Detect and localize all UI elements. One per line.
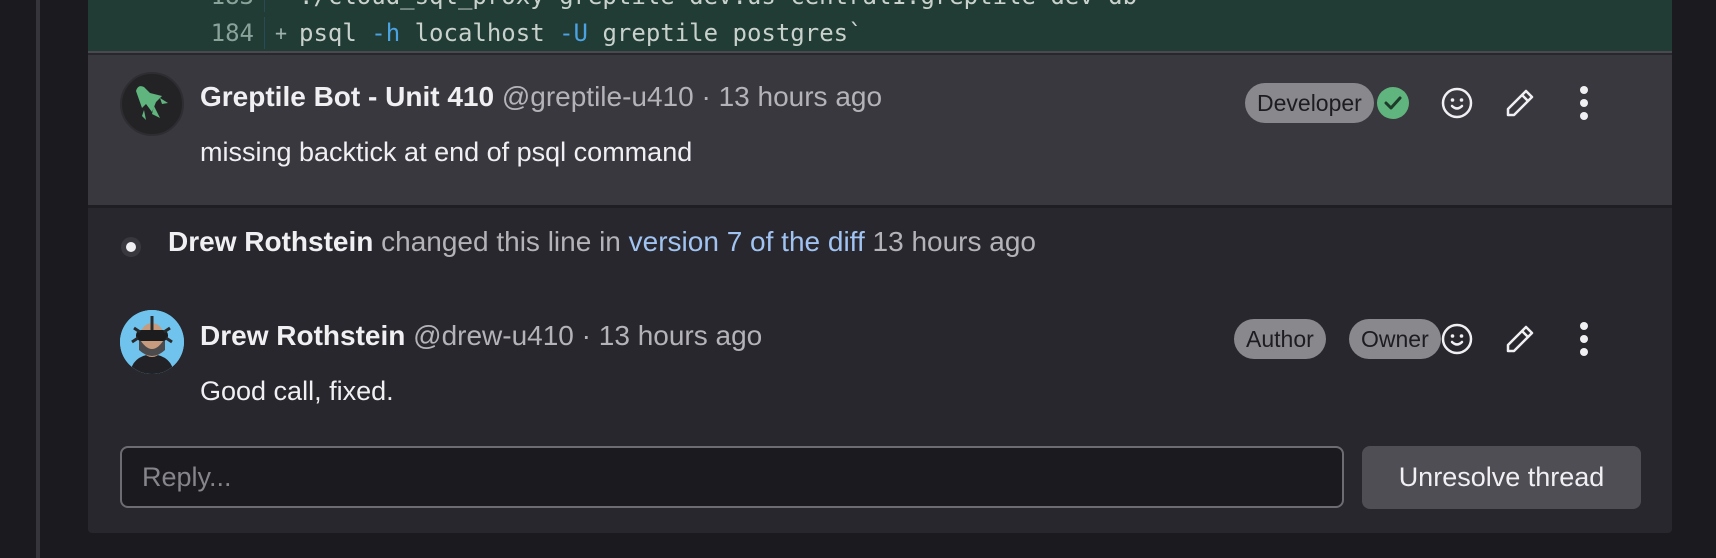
edit-comment-button[interactable] bbox=[1500, 319, 1540, 359]
line-separator bbox=[264, 17, 265, 49]
timestamp[interactable]: 13 hours ago bbox=[599, 320, 762, 351]
diff-line: 183 ./cloud_sql_proxy greptile-dev:us-ce… bbox=[88, 0, 1672, 12]
note-action: changed this line in bbox=[381, 226, 621, 257]
system-note-text: Drew Rothstein changed this line in vers… bbox=[168, 226, 1036, 258]
system-note: Drew Rothstein changed this line in vers… bbox=[88, 210, 1672, 280]
smiley-icon bbox=[1441, 87, 1473, 119]
unresolve-thread-button[interactable]: Unresolve thread bbox=[1362, 446, 1641, 509]
comment-header: Greptile Bot - Unit 410 @greptile-u410 ·… bbox=[200, 81, 882, 113]
check-circle-icon bbox=[1377, 87, 1409, 119]
role-badge-author: Author bbox=[1234, 319, 1326, 359]
timestamp[interactable]: 13 hours ago bbox=[719, 81, 882, 112]
comment-header: Drew Rothstein @drew-u410 · 13 hours ago bbox=[200, 320, 762, 352]
author-handle[interactable]: @greptile-u410 bbox=[502, 81, 694, 112]
smiley-icon bbox=[1441, 323, 1473, 355]
pencil-icon bbox=[1506, 89, 1534, 117]
kebab-menu-icon bbox=[1580, 86, 1588, 120]
author-name[interactable]: Greptile Bot - Unit 410 bbox=[200, 81, 494, 112]
pencil-icon bbox=[1506, 325, 1534, 353]
diff-prefix: + bbox=[275, 21, 288, 45]
timeline-bullet-icon bbox=[126, 242, 136, 252]
code-text: ./cloud_sql_proxy greptile-dev:us-centra… bbox=[299, 0, 1137, 10]
actor-name[interactable]: Drew Rothstein bbox=[168, 226, 373, 257]
kebab-menu-icon bbox=[1580, 322, 1588, 356]
code-flag: -U bbox=[559, 19, 589, 47]
line-number: 183 bbox=[88, 0, 264, 10]
more-actions-button[interactable] bbox=[1564, 83, 1604, 123]
left-gutter-line bbox=[36, 0, 40, 558]
code-flag: -h bbox=[371, 19, 401, 47]
comment-body: Good call, fixed. bbox=[200, 376, 394, 406]
code-token: psql bbox=[299, 19, 372, 47]
comment-body: missing backtick at end of psql command bbox=[200, 137, 693, 167]
timestamp[interactable]: 13 hours ago bbox=[873, 226, 1036, 257]
diff-line-added: 184 + psql -h localhost -U greptile post… bbox=[88, 17, 1672, 49]
add-reaction-button[interactable] bbox=[1437, 319, 1477, 359]
diff-version-link[interactable]: version 7 of the diff bbox=[629, 226, 865, 257]
author-handle[interactable]: @drew-u410 bbox=[413, 320, 574, 351]
author-name[interactable]: Drew Rothstein bbox=[200, 320, 405, 351]
line-number: 184 bbox=[210, 19, 254, 47]
diff-snippet: 183 ./cloud_sql_proxy greptile-dev:us-ce… bbox=[88, 0, 1672, 53]
add-reaction-button[interactable] bbox=[1437, 83, 1477, 123]
role-badge-developer: Developer bbox=[1245, 83, 1374, 123]
reply-input[interactable] bbox=[120, 446, 1344, 508]
separator: · bbox=[581, 320, 591, 351]
bot-comment: Greptile Bot - Unit 410 @greptile-u410 ·… bbox=[88, 55, 1672, 208]
user-avatar-image bbox=[120, 310, 184, 374]
greptile-logo-icon bbox=[136, 86, 168, 120]
code-token: greptile postgres` bbox=[588, 19, 863, 47]
more-actions-button[interactable] bbox=[1564, 319, 1604, 359]
role-badge-owner: Owner bbox=[1349, 319, 1441, 359]
line-separator bbox=[264, 0, 265, 12]
resolved-button[interactable] bbox=[1373, 83, 1413, 123]
edit-comment-button[interactable] bbox=[1500, 83, 1540, 123]
separator: · bbox=[701, 81, 711, 112]
discussion-thread: 183 ./cloud_sql_proxy greptile-dev:us-ce… bbox=[88, 0, 1672, 533]
bot-avatar[interactable] bbox=[120, 72, 184, 136]
code-token: localhost bbox=[400, 19, 560, 47]
user-avatar[interactable] bbox=[120, 310, 184, 374]
code-text: psql -h localhost -U greptile postgres` bbox=[299, 19, 863, 47]
